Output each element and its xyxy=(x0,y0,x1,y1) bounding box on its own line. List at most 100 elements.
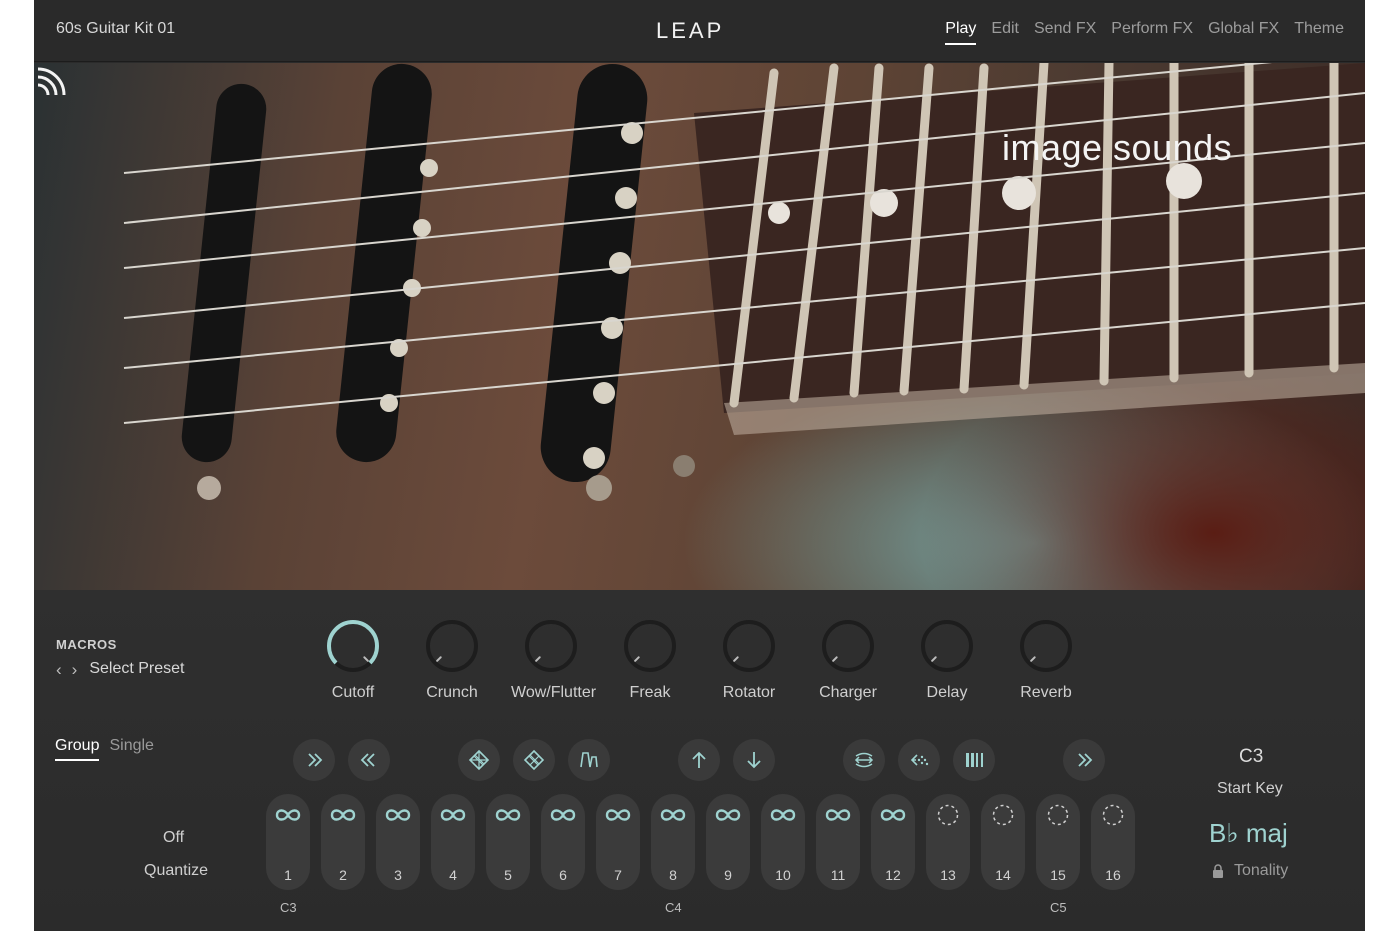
knob-cutoff[interactable]: Cutoff xyxy=(313,618,393,702)
knob-crunch[interactable]: Crunch xyxy=(412,618,492,702)
start-key-label: Start Key xyxy=(1217,780,1283,797)
knob-rotator[interactable]: Rotator xyxy=(709,618,789,702)
stutter-icon xyxy=(910,754,929,766)
reverse-button[interactable] xyxy=(843,739,885,781)
loop-icon xyxy=(385,809,411,821)
tonality-label: Tonality xyxy=(1234,862,1289,879)
knob-dial[interactable] xyxy=(523,618,579,674)
knob-wow-flutter[interactable]: Wow/Flutter xyxy=(511,618,596,702)
randomize-pattern-icon xyxy=(523,749,545,771)
pad-5[interactable]: 5 xyxy=(486,794,530,890)
pad-9[interactable]: 9 xyxy=(706,794,750,890)
tab-send-fx[interactable]: Send FX xyxy=(1034,20,1096,38)
knob-freak[interactable]: Freak xyxy=(610,618,690,702)
preset-label[interactable]: Select Preset xyxy=(89,660,184,678)
knob-charger[interactable]: Charger xyxy=(808,618,888,702)
tab-single[interactable]: Single xyxy=(109,737,153,755)
chevron-left-icon[interactable]: ‹ xyxy=(56,661,62,678)
pad-4[interactable]: 4 xyxy=(431,794,475,890)
tab-play[interactable]: Play xyxy=(945,20,977,45)
pad-14[interactable]: 14 xyxy=(981,794,1025,890)
tonality-value[interactable]: B♭ maj xyxy=(1209,818,1288,849)
main-nav: Play Edit Send FX Perform FX Global FX Theme xyxy=(945,20,1344,45)
shuffle-pattern-icon xyxy=(468,749,490,771)
tab-perform-fx[interactable]: Perform FX xyxy=(1111,20,1193,38)
lock-icon[interactable] xyxy=(1212,864,1224,878)
rewind-button[interactable] xyxy=(348,739,390,781)
knob-dial[interactable] xyxy=(820,618,876,674)
reverse-icon xyxy=(854,752,874,768)
knob-label: Charger xyxy=(819,684,877,701)
loop-icon xyxy=(825,809,851,821)
loop-icon xyxy=(275,809,301,821)
shuffle-pattern-button[interactable] xyxy=(458,739,500,781)
arrow-down-button[interactable] xyxy=(733,739,775,781)
pad-7[interactable]: 7 xyxy=(596,794,640,890)
kit-name: 60s Guitar Kit 01 xyxy=(56,20,176,37)
pad-15[interactable]: 15 xyxy=(1036,794,1080,890)
knob-dial[interactable] xyxy=(424,618,480,674)
pad-number: 3 xyxy=(394,867,402,883)
knob-reverb[interactable]: Reverb xyxy=(1006,618,1086,702)
rewind-icon xyxy=(360,753,375,767)
pad-number: 5 xyxy=(504,867,512,883)
knob-delay[interactable]: Delay xyxy=(907,618,987,702)
header-bar: 60s Guitar Kit 01 LEAP Play Edit Send FX Pe… xyxy=(34,0,1365,62)
pad-6[interactable]: 6 xyxy=(541,794,585,890)
envelope-icon xyxy=(580,752,598,768)
randomize-pattern-button[interactable] xyxy=(513,739,555,781)
one-shot-icon xyxy=(1047,804,1069,826)
knob-label: Delay xyxy=(926,684,968,701)
stutter-button[interactable] xyxy=(898,739,940,781)
pad-16[interactable]: 16 xyxy=(1091,794,1135,890)
pad-1[interactable]: 1 xyxy=(266,794,310,890)
pad-13[interactable]: 13 xyxy=(926,794,970,890)
key-label-c5: C5 xyxy=(1050,900,1067,915)
pad-3[interactable]: 3 xyxy=(376,794,420,890)
pad-8[interactable]: 8 xyxy=(651,794,695,890)
quantize-label: Quantize xyxy=(144,862,209,879)
loop-icon xyxy=(440,809,466,821)
knob-label: Freak xyxy=(629,684,671,701)
start-key-value[interactable]: C3 xyxy=(1239,746,1263,768)
pad-number: 13 xyxy=(940,867,956,883)
pad-number: 1 xyxy=(284,867,292,883)
artwork-image: image sounds xyxy=(34,63,1365,590)
tab-edit[interactable]: Edit xyxy=(991,20,1019,38)
pad-11[interactable]: 11 xyxy=(816,794,860,890)
image-sounds-logo: image sounds xyxy=(1002,127,1233,168)
macros-title: MACROS xyxy=(56,637,117,652)
pad-number: 4 xyxy=(449,867,457,883)
tab-global-fx[interactable]: Global FX xyxy=(1208,20,1279,38)
knob-dial[interactable] xyxy=(721,618,777,674)
pad-2[interactable]: 2 xyxy=(321,794,365,890)
loop-icon xyxy=(770,809,796,821)
knob-dial[interactable] xyxy=(325,618,381,674)
envelope-button[interactable] xyxy=(568,739,610,781)
slice-button[interactable] xyxy=(953,739,995,781)
performance-panel: MACROS ‹ › Select Preset Cutoff Crunch Wow… xyxy=(34,590,1365,931)
pad-number: 9 xyxy=(724,867,732,883)
chevron-right-icon[interactable]: › xyxy=(72,661,78,678)
fast-forward-button[interactable] xyxy=(293,739,335,781)
pad-10[interactable]: 10 xyxy=(761,794,805,890)
loop-icon xyxy=(605,809,631,821)
knob-dial[interactable] xyxy=(1018,618,1074,674)
arrow-down-icon xyxy=(747,752,761,769)
quantize-value[interactable]: Off xyxy=(163,829,184,847)
skip-forward-button[interactable] xyxy=(1063,739,1105,781)
tab-group[interactable]: Group xyxy=(55,737,100,761)
arrow-up-button[interactable] xyxy=(678,739,720,781)
one-shot-icon xyxy=(992,804,1014,826)
knob-dial[interactable] xyxy=(919,618,975,674)
pad-12[interactable]: 12 xyxy=(871,794,915,890)
tab-theme[interactable]: Theme xyxy=(1294,20,1344,38)
pad-number: 11 xyxy=(830,867,846,883)
knob-dial[interactable] xyxy=(622,618,678,674)
sound-waves-icon xyxy=(37,67,66,96)
key-label-c4: C4 xyxy=(665,900,682,915)
loop-icon xyxy=(715,809,741,821)
pad-number: 8 xyxy=(669,867,677,883)
arrow-up-icon xyxy=(692,751,706,768)
preset-selector: ‹ › Select Preset xyxy=(56,660,185,678)
